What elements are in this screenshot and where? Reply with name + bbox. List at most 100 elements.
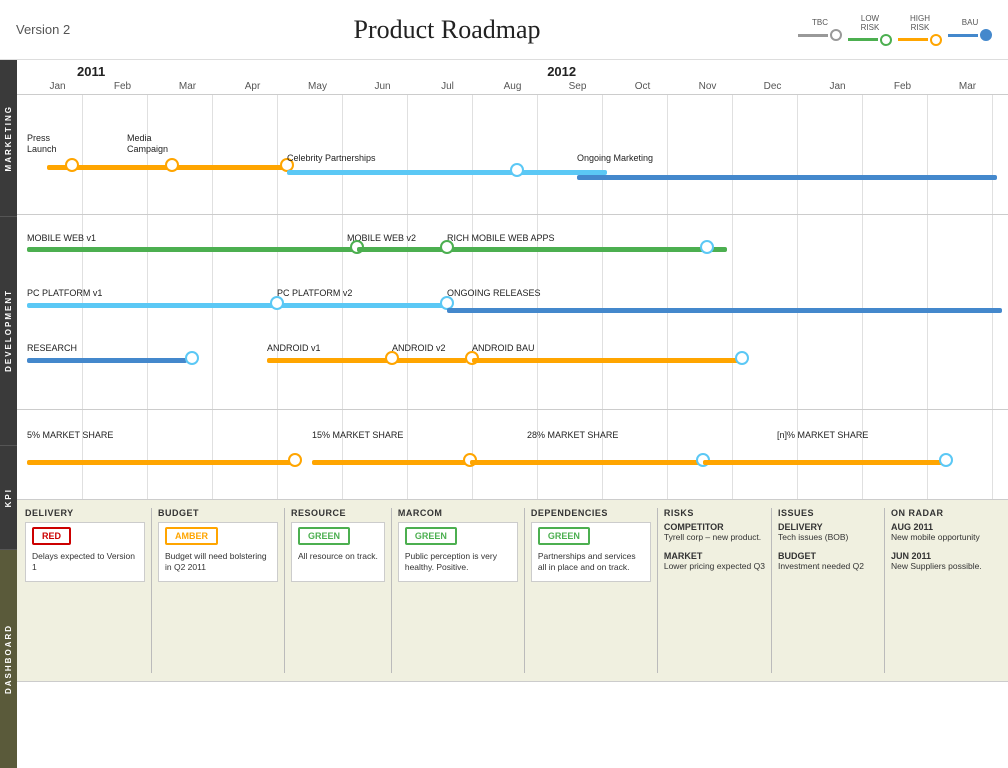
dev-grid-jan [82,215,83,409]
kpi-grid-jan [82,410,83,499]
month-jul-2011: Jul [415,81,480,92]
marketing-milestone-sep [510,163,524,177]
marcom-card: GREEN Public perception is very healthy.… [398,522,518,582]
legend-tbc-dot [830,29,842,41]
dev-grid-may [342,215,343,409]
resource-header: RESOURCE [291,508,385,518]
kpi-grid-feb [147,410,148,499]
radar-aug-title: AUG 2011 [891,522,991,532]
month-feb-2012: Feb [870,81,935,92]
kpi-grid-apr [277,410,278,499]
radar-header: ON RADAR [891,508,991,518]
grid-jan [82,95,83,214]
kpi-5pct-milestone [288,453,302,467]
content-area: 2011 2012 Jan Feb Mar Apr May Jun Jul Au… [17,60,1008,768]
kpi-grid-mar2 [992,410,993,499]
dashboard-risks-col: RISKS COMPETITOR Tyrell corp – new produ… [664,508,765,576]
dev-grid-feb [147,215,148,409]
grid-oct [667,95,668,214]
sidebar-development-label: DEVELOPMENT [4,289,13,372]
dependencies-text: Partnerships and services all in place a… [538,551,644,573]
issue-delivery-text: Tech issues (BOB) [778,532,878,543]
legend-bau-segment [948,34,978,37]
mobile-web-v2-bar [357,247,727,252]
pc-platform-v2-label: PC PLATFORM v2 [277,288,352,298]
android-v1-bar [267,358,467,363]
legend-low-risk-segment [848,38,878,41]
budget-card: AMBER Budget will need bolstering in Q2 … [158,522,278,582]
resource-card: GREEN All resource on track. [291,522,385,582]
android-v1-label: ANDROID v1 [267,343,321,353]
sidebar-kpi: KPI [0,446,17,551]
rich-mobile-label: RICH MOBILE WEB APPS [447,233,555,243]
kpi-15pct-label: 15% MARKET SHARE [312,430,403,440]
ongoing-marketing-label: Ongoing Marketing [577,153,653,163]
marketing-milestone-jan [65,158,79,172]
month-row: Jan Feb Mar Apr May Jun Jul Aug Sep Oct … [17,79,1008,92]
marketing-lightblue-bar [287,170,607,175]
risk-competitor-title: COMPETITOR [664,522,765,532]
kpi-n-milestone [939,453,953,467]
marcom-text: Public perception is very healthy. Posit… [405,551,511,573]
delivery-card: RED Delays expected to Version 1 [25,522,145,582]
kpi-grid-jan2 [862,410,863,499]
kpi-n-bar [703,460,948,465]
budget-badge: AMBER [165,527,218,545]
radar-aug: AUG 2011 New mobile opportunity [891,522,991,543]
legend-bau-label: BAU [962,18,978,27]
pc-ongoing-bar [447,308,1002,313]
issue-budget-text: Investment needed Q2 [778,561,878,572]
issues-header: ISSUES [778,508,878,518]
issue-budget: BUDGET Investment needed Q2 [778,551,878,572]
legend-tbc-line [798,29,842,41]
sep3 [391,508,392,673]
kpi-grid-feb2 [927,410,928,499]
grid-apr [277,95,278,214]
dependencies-badge: GREEN [538,527,590,545]
kpi-5pct-label: 5% MARKET SHARE [27,430,113,440]
sep6 [771,508,772,673]
dashboard-section: DELIVERY RED Delays expected to Version … [17,500,1008,682]
dev-grid-jun [407,215,408,409]
delivery-header: DELIVERY [25,508,145,518]
kpi-grid-oct [667,410,668,499]
month-mar-2011: Mar [155,81,220,92]
sep5 [657,508,658,673]
android-bau-label: ANDROID BAU [472,343,535,353]
pc-platform-v1-label: PC PLATFORM v1 [27,288,102,298]
android-bau-bar [472,358,747,363]
legend-high-risk-dot [930,34,942,46]
sidebar-kpi-label: KPI [4,488,13,507]
kpi-grid-may [342,410,343,499]
kpi-5pct-bar [27,460,297,465]
legend-low-risk-label: LOWRISK [861,14,880,32]
marcom-badge: GREEN [405,527,457,545]
risk-market: MARKET Lower pricing expected Q3 [664,551,765,572]
delivery-text: Delays expected to Version 1 [32,551,138,573]
version-label: Version 2 [16,22,96,37]
mobile-web-apps-milestone [440,240,454,254]
sidebar-dashboard-label: DASHBOARD [4,624,13,694]
kpi-canvas: 5% MARKET SHARE 15% MARKET SHARE 28% MAR… [17,410,1008,499]
marketing-milestone-feb [165,158,179,172]
risk-competitor-text: Tyrell corp – new product. [664,532,765,543]
legend-tbc-segment [798,34,828,37]
kpi-n-label: [n]% MARKET SHARE [777,430,868,440]
research-bar [27,358,187,363]
dev-grid-apr [277,215,278,409]
radar-aug-text: New mobile opportunity [891,532,991,543]
legend-tbc-label: TBC [812,18,828,27]
legend-high-risk-label: HIGHRISK [910,14,930,32]
dependencies-header: DEPENDENCIES [531,508,651,518]
kpi-grid-mar [212,410,213,499]
sep1 [151,508,152,673]
dashboard-radar-col: ON RADAR AUG 2011 New mobile opportunity… [891,508,991,576]
sep7 [884,508,885,673]
kpi-section: 5% MARKET SHARE 15% MARKET SHARE 28% MAR… [17,410,1008,500]
legend-high-risk: HIGHRISK [898,14,942,46]
sep4 [524,508,525,673]
ongoing-releases-label: ONGOING RELEASES [447,288,541,298]
year-row: 2011 2012 [17,64,1008,79]
dashboard-resource-col: RESOURCE GREEN All resource on track. [291,508,385,582]
kpi-grid-jun [407,410,408,499]
